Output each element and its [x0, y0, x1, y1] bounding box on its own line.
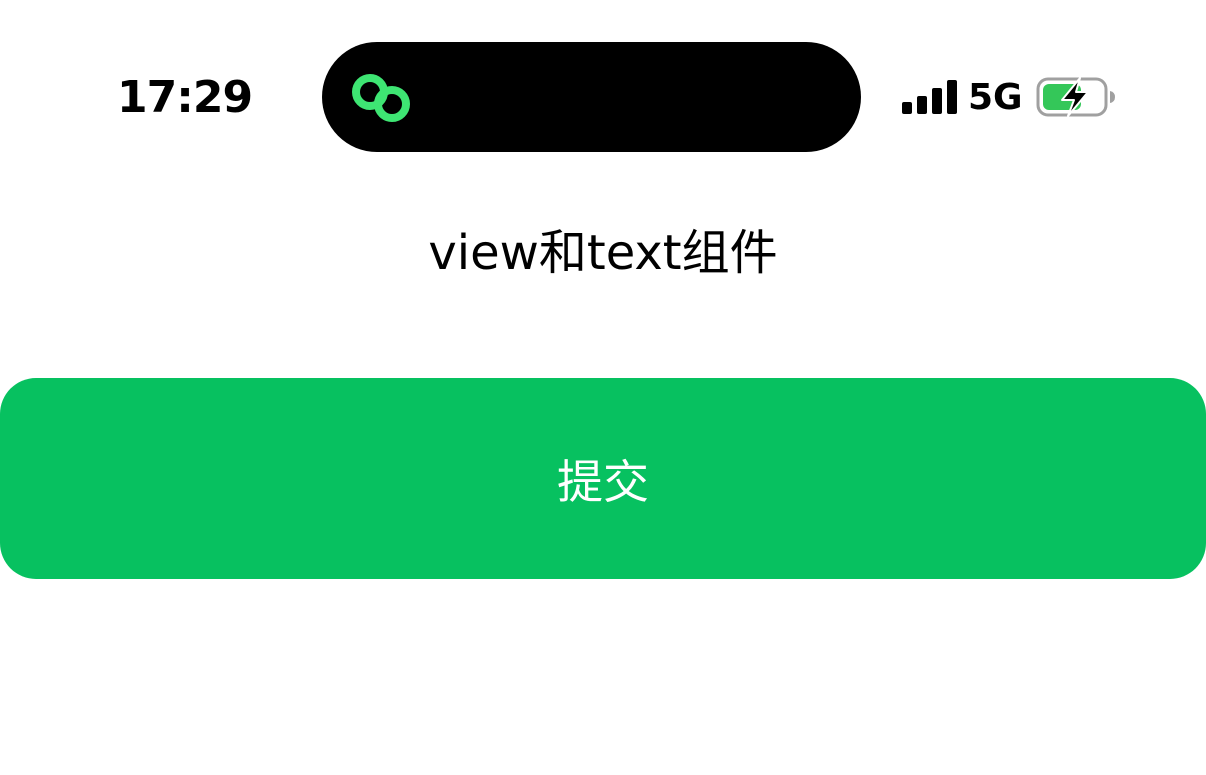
network-type-label: 5G — [968, 77, 1023, 118]
phone-screen: 17:29 5G view和text组件 提交 — [0, 0, 1206, 775]
battery-charging-icon — [1036, 77, 1115, 117]
dynamic-island[interactable] — [322, 42, 861, 152]
page-title: view和text组件 — [428, 225, 778, 281]
status-time: 17:29 — [117, 72, 253, 123]
submit-button[interactable]: 提交 — [0, 378, 1206, 579]
linked-rings-icon — [352, 74, 410, 122]
submit-button-label: 提交 — [557, 454, 649, 509]
cellular-signal-icon — [902, 80, 957, 114]
